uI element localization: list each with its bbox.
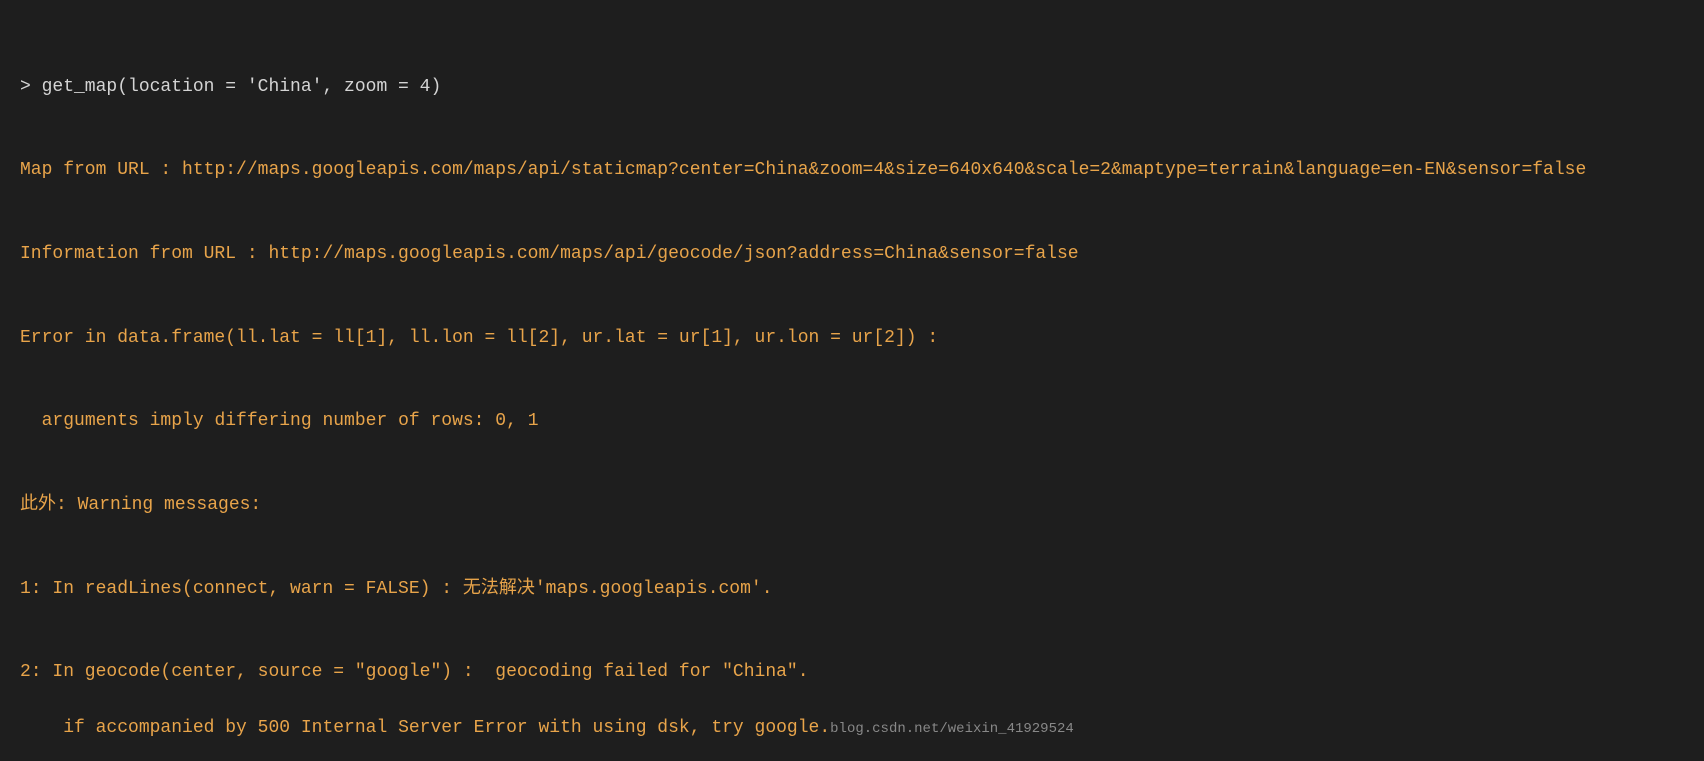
- warning-header-line: 此外: Warning messages:: [20, 492, 1684, 520]
- warning-2-line-1: 2: In geocode(center, source = "google")…: [20, 659, 1684, 687]
- error-line-2: arguments imply differing number of rows…: [20, 408, 1684, 436]
- warning-1-line: 1: In readLines(connect, warn = FALSE) :…: [20, 576, 1684, 604]
- map-url-line: Map from URL : http://maps.googleapis.co…: [20, 157, 1684, 185]
- command-line: > get_map(location = 'China', zoom = 4): [20, 74, 1684, 102]
- warning-2-line-2: if accompanied by 500 Internal Server Er…: [42, 718, 831, 738]
- watermark-text: blog.csdn.net/weixin_41929524: [830, 721, 1074, 737]
- info-url-line: Information from URL : http://maps.googl…: [20, 241, 1684, 269]
- console-output: > get_map(location = 'China', zoom = 4) …: [20, 18, 1684, 743]
- error-line-1: Error in data.frame(ll.lat = ll[1], ll.l…: [20, 325, 1684, 353]
